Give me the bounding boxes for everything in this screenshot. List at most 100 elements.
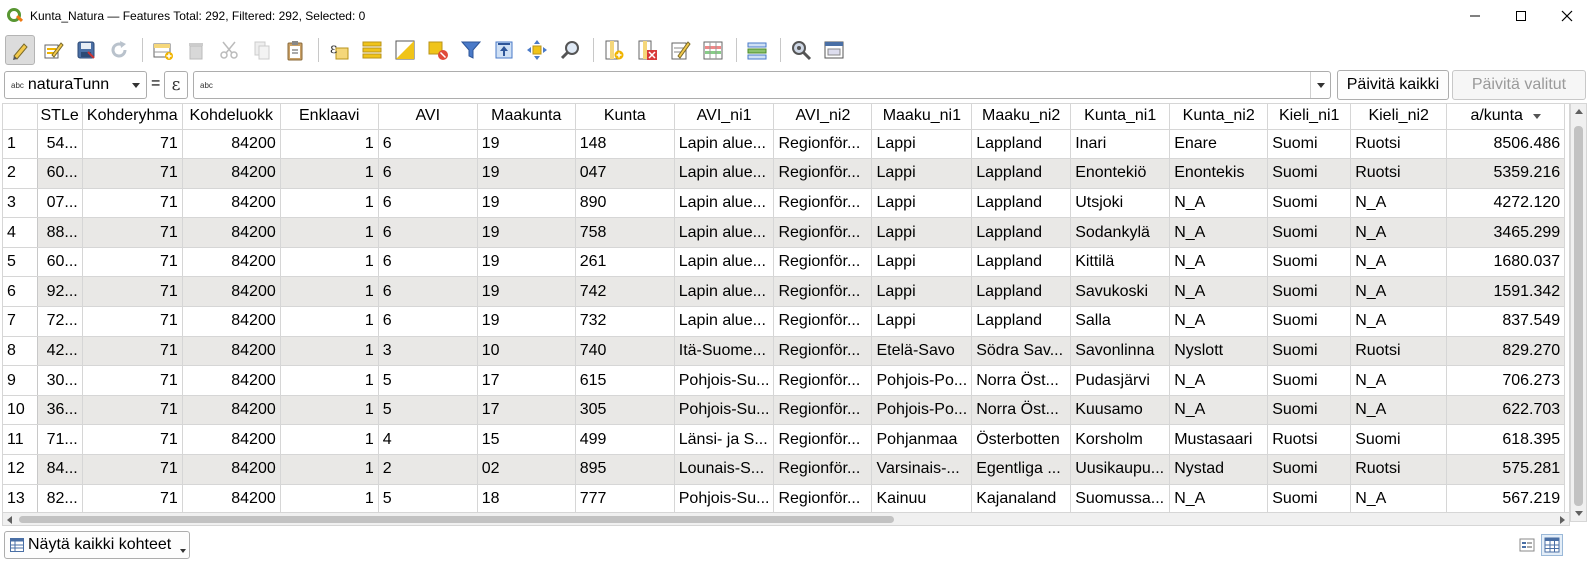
table-cell[interactable]: 1 xyxy=(280,336,379,367)
table-cell[interactable]: 1 xyxy=(280,306,379,337)
update-all-button[interactable]: Päivitä kaikki xyxy=(1337,70,1449,100)
table-cell[interactable]: 71 xyxy=(82,395,183,426)
deselect-all-button[interactable] xyxy=(423,35,453,65)
table-cell[interactable]: N_A xyxy=(1350,217,1448,248)
table-cell[interactable]: 42... xyxy=(37,336,83,367)
table-cell[interactable]: Lappi xyxy=(871,306,973,337)
table-cell[interactable]: N_A xyxy=(1350,484,1448,515)
column-header[interactable]: Maakunta xyxy=(477,104,576,130)
table-cell[interactable]: 84200 xyxy=(182,395,281,426)
table-row[interactable]: 5 60... 71 84200 1 6 19 261 Lapin alue... Regionf… xyxy=(3,247,1566,278)
save-edits-button[interactable] xyxy=(71,35,101,65)
table-cell[interactable]: 8506.486 xyxy=(1446,129,1566,160)
table-cell[interactable]: 575.281 xyxy=(1446,454,1566,485)
table-cell[interactable]: 1 xyxy=(280,484,379,515)
table-cell[interactable]: Regionför... xyxy=(773,365,873,396)
table-cell[interactable]: N_A xyxy=(1350,276,1448,308)
column-header[interactable]: Enklaavi xyxy=(280,104,379,130)
table-cell[interactable]: Lappland xyxy=(971,306,1072,337)
table-cell[interactable]: Pohjois-Su... xyxy=(674,484,775,515)
column-header[interactable]: Maaku_ni2 xyxy=(971,104,1072,130)
table-cell[interactable]: 19 xyxy=(477,276,576,308)
table-cell[interactable]: 82... xyxy=(37,484,83,515)
table-cell[interactable]: N_A xyxy=(1350,395,1448,426)
table-cell[interactable]: N_A xyxy=(1169,395,1269,426)
table-cell[interactable]: 71 xyxy=(82,484,183,515)
table-cell[interactable]: 92... xyxy=(37,276,83,308)
table-cell[interactable]: Regionför... xyxy=(773,306,873,337)
table-cell[interactable]: 84200 xyxy=(182,336,281,367)
table-cell[interactable]: 6 xyxy=(378,276,478,308)
table-cell[interactable]: 84200 xyxy=(182,454,281,485)
table-cell[interactable]: Lounais-S... xyxy=(674,454,775,485)
table-cell[interactable]: Pohjois-Su... xyxy=(674,365,775,396)
row-number-header[interactable]: 9 xyxy=(3,365,38,396)
table-cell[interactable]: Regionför... xyxy=(773,276,873,308)
table-cell[interactable]: Enontekiö xyxy=(1070,158,1171,189)
table-cell[interactable]: 740 xyxy=(575,336,675,367)
table-cell[interactable]: Pohjanmaa xyxy=(871,424,973,456)
conditional-formatting-button[interactable] xyxy=(698,35,728,65)
table-cell[interactable]: Ruotsi xyxy=(1267,424,1352,456)
table-cell[interactable]: 1 xyxy=(280,247,379,278)
table-cell[interactable]: 71 xyxy=(82,247,183,278)
scroll-up-icon[interactable] xyxy=(1575,109,1583,114)
table-cell[interactable]: Regionför... xyxy=(773,217,873,248)
table-cell[interactable]: Lappland xyxy=(971,217,1072,248)
table-cell[interactable]: Ruotsi xyxy=(1350,129,1448,160)
column-header[interactable]: Kunta xyxy=(575,104,675,130)
table-cell[interactable]: Nyslott xyxy=(1169,336,1269,367)
table-row[interactable]: 7 72... 71 84200 1 6 19 732 Lapin alue... Regionf… xyxy=(3,306,1566,337)
table-cell[interactable]: Lappland xyxy=(971,276,1072,308)
table-cell[interactable]: Lappi xyxy=(871,276,973,308)
table-cell[interactable]: Österbotten xyxy=(971,424,1072,456)
table-cell[interactable]: 84200 xyxy=(182,217,281,248)
table-row[interactable]: 4 88... 71 84200 1 6 19 758 Lapin alue... Regionf… xyxy=(3,217,1566,248)
table-cell[interactable]: 5 xyxy=(378,365,478,396)
table-cell[interactable]: 17 xyxy=(477,395,576,426)
table-cell[interactable]: Suomi xyxy=(1267,454,1352,485)
table-cell[interactable]: Lappland xyxy=(971,188,1072,219)
table-cell[interactable]: Suomi xyxy=(1350,424,1448,456)
table-row[interactable]: 1 54... 71 84200 1 6 19 148 Lapin alue... Regionf… xyxy=(3,129,1566,160)
table-cell[interactable]: N_A xyxy=(1169,276,1269,308)
pan-to-selected-button[interactable] xyxy=(522,35,552,65)
table-cell[interactable]: 6 xyxy=(378,217,478,248)
column-header[interactable]: a/kunta xyxy=(1446,104,1566,130)
table-cell[interactable]: 1680.037 xyxy=(1446,247,1566,278)
table-cell[interactable]: Nystad xyxy=(1169,454,1269,485)
table-row[interactable]: 10 36... 71 84200 1 5 17 305 Pohjois-Su... Region… xyxy=(3,395,1566,426)
column-header[interactable]: Kieli_ni2 xyxy=(1350,104,1448,130)
table-cell[interactable]: Regionför... xyxy=(773,395,873,426)
multi-edit-button[interactable] xyxy=(38,35,68,65)
table-cell[interactable]: 305 xyxy=(575,395,675,426)
table-cell[interactable]: 19 xyxy=(477,247,576,278)
delete-features-button[interactable] xyxy=(181,35,211,65)
select-all-button[interactable] xyxy=(357,35,387,65)
table-cell[interactable]: Suomi xyxy=(1267,365,1352,396)
table-cell[interactable]: Länsi- ja S... xyxy=(674,424,775,456)
table-cell[interactable]: Egentliga ... xyxy=(971,454,1072,485)
table-cell[interactable]: Pohjois-Su... xyxy=(674,395,775,426)
actions-button[interactable] xyxy=(742,35,772,65)
table-cell[interactable]: 71 xyxy=(82,129,183,160)
table-cell[interactable]: 02 xyxy=(477,454,576,485)
row-number-header[interactable]: 12 xyxy=(3,454,38,485)
invert-selection-button[interactable] xyxy=(390,35,420,65)
table-cell[interactable]: Lapin alue... xyxy=(674,276,775,308)
table-cell[interactable]: N_A xyxy=(1169,484,1269,515)
column-header[interactable]: STLe xyxy=(37,104,83,130)
toggle-editing-button[interactable] xyxy=(5,35,35,65)
row-number-header[interactable]: 5 xyxy=(3,247,38,278)
table-cell[interactable]: 1 xyxy=(280,217,379,248)
table-cell[interactable]: 5 xyxy=(378,395,478,426)
table-cell[interactable]: Lapin alue... xyxy=(674,158,775,189)
row-number-header[interactable]: 4 xyxy=(3,217,38,248)
table-cell[interactable]: Regionför... xyxy=(773,336,873,367)
table-cell[interactable]: Norra Öst... xyxy=(971,395,1072,426)
table-cell[interactable]: 1 xyxy=(280,395,379,426)
close-button[interactable] xyxy=(1544,0,1590,32)
table-cell[interactable]: 36... xyxy=(37,395,83,426)
table-cell[interactable]: Ruotsi xyxy=(1350,158,1448,189)
table-cell[interactable]: Suomi xyxy=(1267,158,1352,189)
